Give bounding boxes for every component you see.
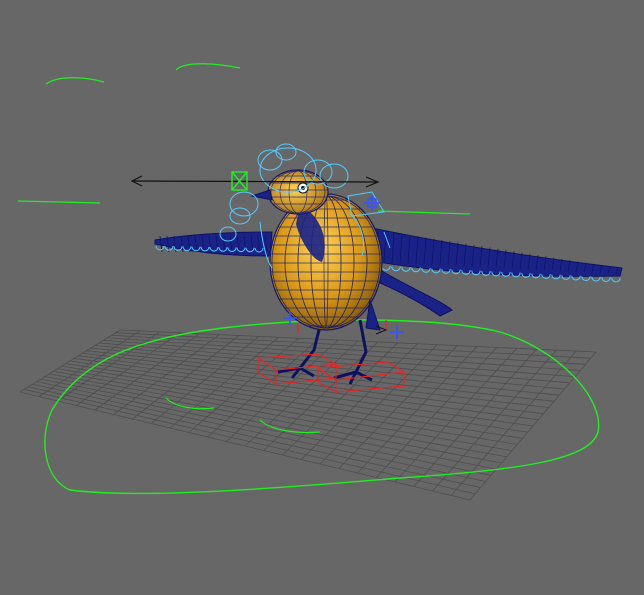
pivot-cross-icon[interactable] bbox=[364, 195, 380, 211]
left-wing[interactable] bbox=[154, 231, 273, 257]
sky-curve-3[interactable] bbox=[17, 200, 101, 204]
sky-curve-4[interactable] bbox=[377, 210, 471, 215]
sky-curve-2[interactable] bbox=[175, 63, 241, 71]
3d-viewport[interactable] bbox=[0, 0, 644, 595]
pivot-cross-icon[interactable] bbox=[390, 325, 404, 339]
move-manipulator[interactable] bbox=[130, 175, 380, 188]
sky-curve-1[interactable] bbox=[45, 77, 105, 85]
scene-canvas[interactable] bbox=[0, 0, 644, 595]
floor-curve-2[interactable] bbox=[259, 419, 321, 434]
right-wing[interactable] bbox=[371, 227, 623, 317]
